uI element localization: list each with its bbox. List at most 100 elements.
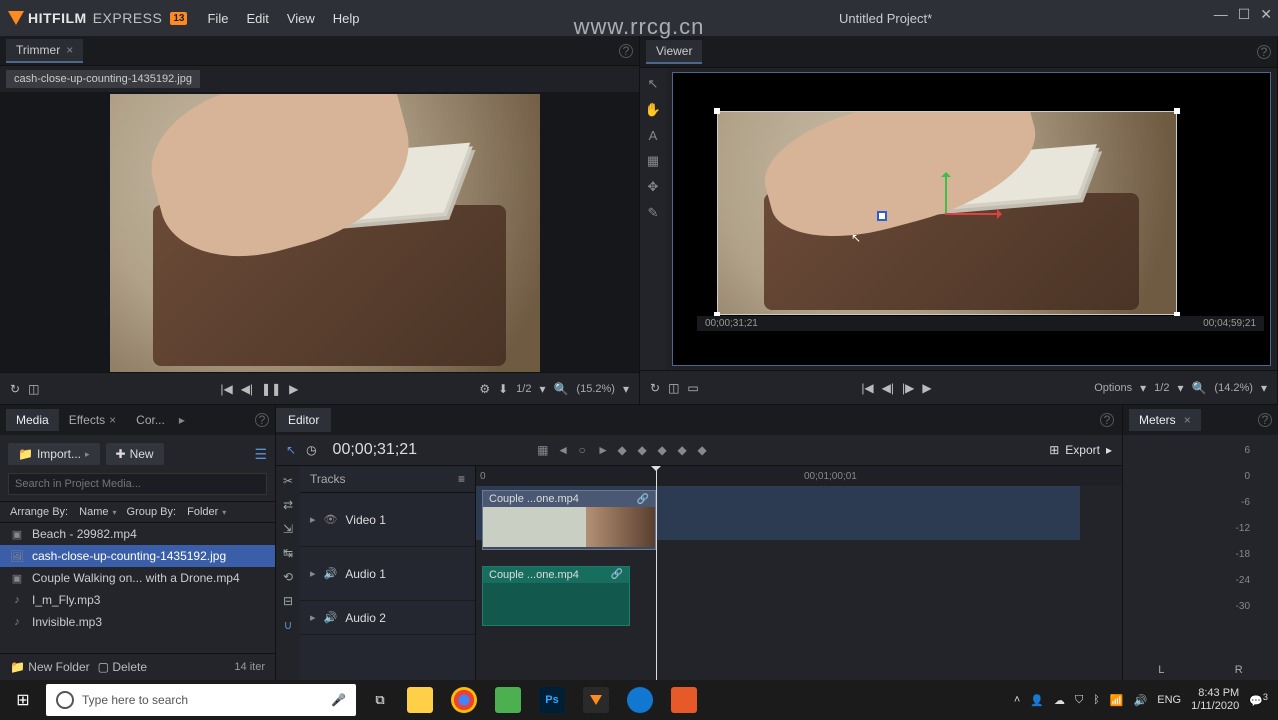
download-icon[interactable]: ⬇ xyxy=(498,382,508,396)
mute-icon[interactable]: 🔊 xyxy=(324,567,338,580)
timeline-ruler[interactable]: 0 00;01;00;01 xyxy=(476,466,1122,486)
tray-up-icon[interactable]: ˄ xyxy=(1014,694,1020,706)
help-icon[interactable]: ? xyxy=(1100,413,1114,427)
step-back-icon[interactable]: ◀| xyxy=(882,381,894,395)
list-view-icon[interactable]: ☰ xyxy=(254,446,267,463)
selection-box[interactable]: ↖ xyxy=(717,111,1177,315)
visibility-icon[interactable]: 👁 xyxy=(324,513,338,526)
media-item[interactable]: ▣Beach - 29982.mp4 xyxy=(0,523,275,545)
viewer-ratio[interactable]: 1/2 xyxy=(1154,382,1169,394)
notifications-icon[interactable]: 💬3 xyxy=(1249,692,1268,708)
y-axis-icon[interactable] xyxy=(945,173,947,215)
pen-tool-icon[interactable]: ✎ xyxy=(648,205,659,221)
menu-view[interactable]: View xyxy=(287,11,315,26)
menu-edit[interactable]: Edit xyxy=(246,11,268,26)
media-item[interactable]: 🖼cash-close-up-counting-1435192.jpg xyxy=(0,545,275,567)
media-item[interactable]: ♪I_m_Fly.mp3 xyxy=(0,589,275,611)
select-tool-icon[interactable]: ↖ xyxy=(648,76,659,92)
media-item[interactable]: ♪Invisible.mp3 xyxy=(0,611,275,633)
key-icon[interactable]: ◆ xyxy=(637,443,647,457)
key-end-icon[interactable]: ◆ xyxy=(697,443,707,457)
circle-icon[interactable]: ○ xyxy=(577,443,587,457)
taskbar-search[interactable]: Type here to search 🎤 xyxy=(46,684,356,716)
timeline[interactable]: 0 00;01;00;01 Couple ...one.mp4🔗 Couple … xyxy=(476,466,1122,680)
menu-file[interactable]: File xyxy=(207,11,228,26)
tab-trimmer-close-icon[interactable]: × xyxy=(66,43,73,57)
app-green[interactable] xyxy=(486,680,530,720)
mute-icon[interactable]: 🔊 xyxy=(324,611,338,624)
track-video-1[interactable]: ▸👁 Video 1 xyxy=(300,493,475,547)
trimmer-ratio[interactable]: 1/2 xyxy=(516,383,531,395)
media-item[interactable]: ▣Couple Walking on... with a Drone.mp4 xyxy=(0,567,275,589)
help-icon[interactable]: ? xyxy=(619,44,633,58)
snap-tool-icon[interactable]: ⊟ xyxy=(283,594,293,608)
group-by-dropdown[interactable]: Group By: Folder▾ xyxy=(127,506,227,518)
key-add-icon[interactable]: ◆ xyxy=(677,443,687,457)
tab-media[interactable]: Media xyxy=(6,409,59,431)
bluetooth-icon[interactable]: ᛒ xyxy=(1093,694,1100,706)
loop-icon[interactable]: ↻ xyxy=(10,382,20,396)
hand-tool-icon[interactable]: ✋ xyxy=(645,102,661,118)
text-tool-icon[interactable]: A xyxy=(649,128,658,143)
playhead[interactable] xyxy=(656,466,657,680)
key-next-icon[interactable]: ◆ xyxy=(657,443,667,457)
magnet-icon[interactable]: ∪ xyxy=(284,618,293,632)
play-icon[interactable]: ▶ xyxy=(922,381,931,395)
delete-button[interactable]: ▢ Delete xyxy=(98,660,147,674)
tab-trimmer[interactable]: Trimmer × xyxy=(6,39,83,63)
wifi-icon[interactable]: 📶 xyxy=(1110,694,1124,707)
maximize-icon[interactable]: ☐ xyxy=(1238,6,1251,23)
app-photoshop[interactable]: Ps xyxy=(530,680,574,720)
mark-in-icon[interactable]: ◄ xyxy=(557,443,567,457)
tab-cor[interactable]: Cor... xyxy=(126,409,175,431)
arrange-by-dropdown[interactable]: Arrange By: Name▾ xyxy=(10,506,117,518)
start-button[interactable]: ⊞ xyxy=(0,680,46,720)
select-tool-icon[interactable]: ↖ xyxy=(286,443,296,457)
step-back-icon[interactable]: ◀| xyxy=(241,382,253,396)
editor-timecode[interactable]: 00;00;31;21 xyxy=(333,441,418,459)
viewer-canvas[interactable]: ↖ 00;00;31;21 00;04;59;21 xyxy=(672,72,1271,366)
media-search-input[interactable] xyxy=(8,473,267,495)
play-icon[interactable]: ▶ xyxy=(289,382,298,396)
onedrive-icon[interactable]: ☁ xyxy=(1054,694,1065,707)
app-chrome[interactable] xyxy=(442,680,486,720)
prev-frame-icon[interactable]: |◀ xyxy=(220,382,232,396)
security-icon[interactable]: ⛉ xyxy=(1075,694,1083,707)
viewer-options[interactable]: Options xyxy=(1094,382,1132,394)
more-tabs-icon[interactable]: ▸ xyxy=(179,413,185,427)
slice-tool-icon[interactable]: ✂ xyxy=(283,474,293,488)
trimmer-preview-image[interactable] xyxy=(110,94,540,372)
detach-icon[interactable]: ◫ xyxy=(28,382,39,396)
new-folder-button[interactable]: 📁 New Folder xyxy=(10,660,90,674)
app-hitfilm[interactable] xyxy=(574,680,618,720)
tab-viewer[interactable]: Viewer xyxy=(646,40,702,64)
rate-tool-icon[interactable]: ⇲ xyxy=(283,522,293,536)
help-icon[interactable]: ? xyxy=(1258,413,1272,427)
magnify-icon[interactable]: 🔍 xyxy=(553,382,568,396)
people-icon[interactable]: 👤 xyxy=(1030,694,1044,707)
clock-icon[interactable]: ◷ xyxy=(306,443,316,457)
new-button[interactable]: ✚ New xyxy=(106,443,164,465)
roll-tool-icon[interactable]: ⟲ xyxy=(283,570,293,584)
tracks-menu-icon[interactable]: ≡ xyxy=(458,472,465,486)
ripple-tool-icon[interactable]: ↹ xyxy=(283,546,293,560)
settings-icon[interactable]: ⚙ xyxy=(479,382,490,396)
audio-clip[interactable]: Couple ...one.mp4🔗 xyxy=(482,566,630,626)
volume-icon[interactable]: 🔊 xyxy=(1134,694,1148,707)
app-fileexplorer[interactable] xyxy=(398,680,442,720)
tab-meters[interactable]: Meters× xyxy=(1129,409,1201,431)
magnify-icon[interactable]: 🔍 xyxy=(1191,381,1206,395)
menu-help[interactable]: Help xyxy=(333,11,360,26)
app-edge[interactable] xyxy=(618,680,662,720)
pause-icon[interactable]: ❚❚ xyxy=(261,382,281,396)
help-icon[interactable]: ? xyxy=(1257,45,1271,59)
grid-tool-icon[interactable]: ▦ xyxy=(647,153,659,169)
tab-editor[interactable]: Editor xyxy=(276,408,331,432)
close-icon[interactable]: ✕ xyxy=(1260,6,1272,23)
loop-icon[interactable]: ↻ xyxy=(650,381,660,395)
mic-icon[interactable]: 🎤 xyxy=(331,693,346,707)
origin-marker-icon[interactable] xyxy=(877,211,887,221)
mark-out-icon[interactable]: ► xyxy=(597,443,607,457)
clock[interactable]: 8:43 PM 1/11/2020 xyxy=(1191,687,1239,713)
import-button[interactable]: 📁 Import...▸ xyxy=(8,443,100,465)
